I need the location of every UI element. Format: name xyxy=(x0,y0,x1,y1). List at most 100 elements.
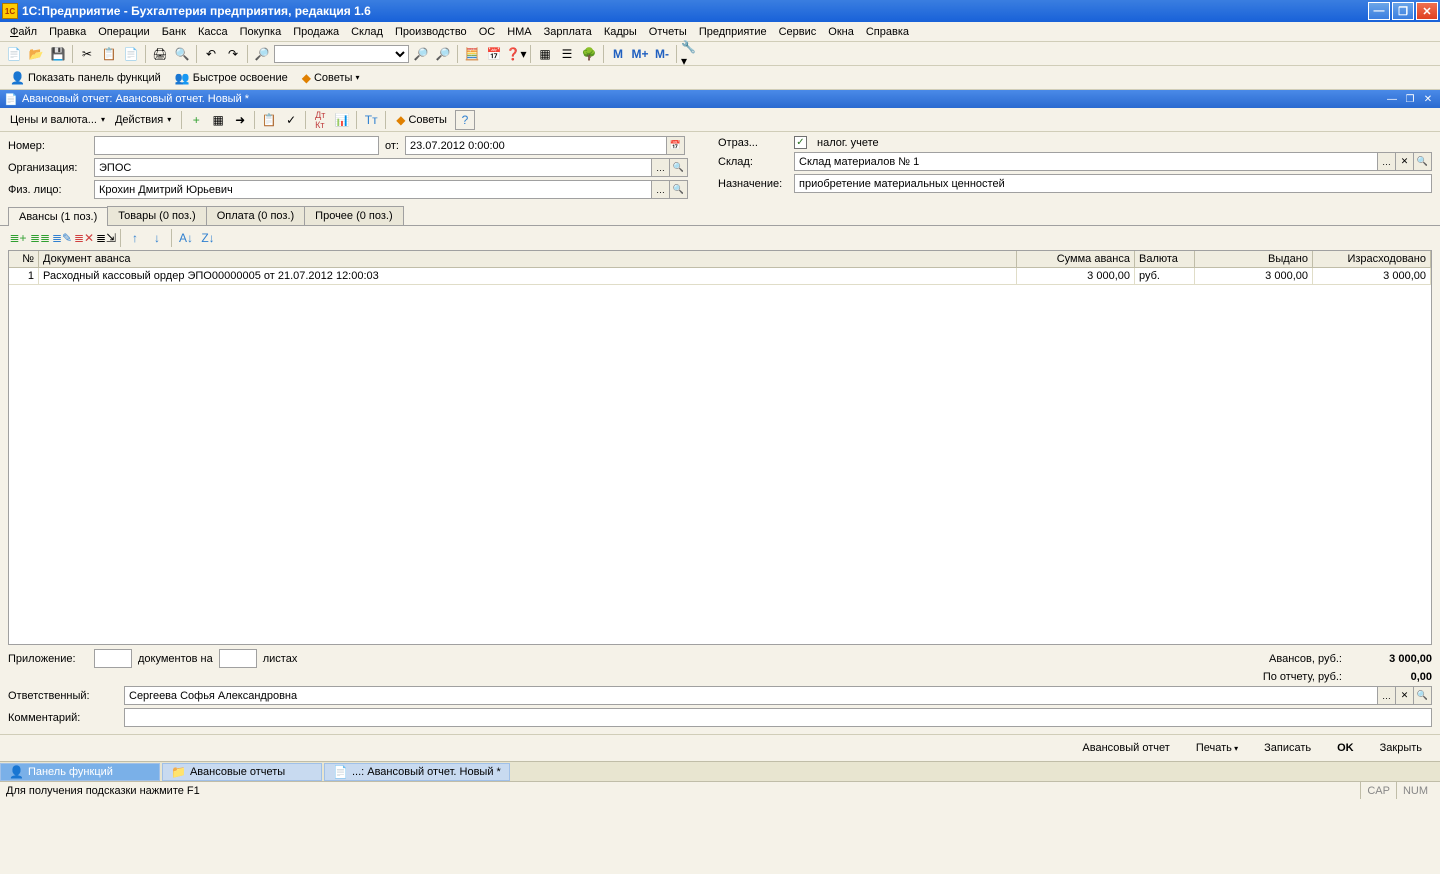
close-button[interactable]: ✕ xyxy=(1416,2,1438,20)
copy-icon[interactable]: 📋 xyxy=(99,44,119,64)
print-icon[interactable]: 🖨 xyxy=(150,44,170,64)
dt-kt-icon[interactable]: ДтКт xyxy=(310,110,330,130)
post-icon[interactable]: ✓ xyxy=(281,110,301,130)
org-select-icon[interactable]: … xyxy=(651,159,669,176)
tab-goods[interactable]: Товары (0 поз.) xyxy=(107,206,206,225)
number-input[interactable] xyxy=(94,136,379,155)
menu-operations[interactable]: Операции xyxy=(92,24,155,40)
sheets-count-input[interactable] xyxy=(219,649,257,668)
grid-col-number[interactable]: № xyxy=(9,251,39,267)
menu-production[interactable]: Производство xyxy=(389,24,473,40)
print-button[interactable]: Печать xyxy=(1186,739,1248,757)
grid-col-sum[interactable]: Сумма аванса xyxy=(1017,251,1135,267)
menu-salary[interactable]: Зарплата xyxy=(538,24,598,40)
quick-start-button[interactable]: 👥Быстрое освоение xyxy=(169,68,294,88)
copy-doc-icon[interactable]: 📋 xyxy=(259,110,279,130)
maximize-button[interactable]: ❐ xyxy=(1392,2,1414,20)
report-icon[interactable]: 📊 xyxy=(332,110,352,130)
menu-enterprise[interactable]: Предприятие xyxy=(693,24,773,40)
structure-icon[interactable]: Тт xyxy=(361,110,381,130)
find-next-icon[interactable]: 🔎 xyxy=(411,44,431,64)
grid-end-icon[interactable]: ≣⇲ xyxy=(96,228,116,248)
grid-col-currency[interactable]: Валюта xyxy=(1135,251,1195,267)
calendar-picker-icon[interactable]: 📅 xyxy=(666,137,684,154)
menu-nma[interactable]: НМА xyxy=(501,24,537,40)
find-prev-icon[interactable]: 🔎 xyxy=(433,44,453,64)
tax-checkbox[interactable]: ✓ xyxy=(794,136,807,149)
menu-help[interactable]: Справка xyxy=(860,24,915,40)
tab-advances[interactable]: Авансы (1 поз.) xyxy=(8,207,108,226)
m-minus-button[interactable]: M- xyxy=(652,44,672,64)
save-button[interactable]: Записать xyxy=(1254,739,1321,757)
comment-input[interactable] xyxy=(124,708,1432,727)
person-search-icon[interactable]: 🔍 xyxy=(669,181,687,198)
menu-bank[interactable]: Банк xyxy=(156,24,192,40)
org-search-icon[interactable]: 🔍 xyxy=(669,159,687,176)
menu-windows[interactable]: Окна xyxy=(822,24,860,40)
purpose-input[interactable]: приобретение материальных ценностей xyxy=(794,174,1432,193)
org-input[interactable]: ЭПОС … 🔍 xyxy=(94,158,688,177)
add-icon[interactable]: + xyxy=(186,110,206,130)
m-plus-button[interactable]: M+ xyxy=(630,44,650,64)
nav-icon[interactable]: ▦ xyxy=(208,110,228,130)
menu-file[interactable]: Файл xyxy=(4,24,43,40)
tab-other[interactable]: Прочее (0 поз.) xyxy=(304,206,403,225)
grid-col-issued[interactable]: Выдано xyxy=(1195,251,1313,267)
warehouse-input[interactable]: Склад материалов № 1 … ✕ 🔍 xyxy=(794,152,1432,171)
save-icon[interactable]: 💾 xyxy=(48,44,68,64)
grid-delete-icon[interactable]: ≣✕ xyxy=(74,228,94,248)
doc-tips-button[interactable]: ◆Советы xyxy=(390,110,453,130)
list-icon[interactable]: ☰ xyxy=(557,44,577,64)
warehouse-clear-icon[interactable]: ✕ xyxy=(1395,153,1413,170)
person-input[interactable]: Крохин Дмитрий Юрьевич … 🔍 xyxy=(94,180,688,199)
grid-add-icon[interactable]: ≣+ xyxy=(8,228,28,248)
task-function-panel[interactable]: 👤Панель функций xyxy=(0,763,160,781)
grid-col-spent[interactable]: Израсходовано xyxy=(1313,251,1431,267)
show-panel-button[interactable]: 👤Показать панель функций xyxy=(4,68,167,88)
tree-icon[interactable]: 🌳 xyxy=(579,44,599,64)
warehouse-search-icon[interactable]: 🔍 xyxy=(1413,153,1431,170)
ok-button[interactable]: OK xyxy=(1327,739,1364,757)
responsible-input[interactable]: Сергеева Софья Александровна … ✕ 🔍 xyxy=(124,686,1432,705)
tips-button[interactable]: ◆Советы▾ xyxy=(296,68,366,88)
doc-close-button[interactable]: ✕ xyxy=(1420,92,1436,106)
print-preview-icon[interactable]: 🔍 xyxy=(172,44,192,64)
responsible-select-icon[interactable]: … xyxy=(1377,687,1395,704)
close-button[interactable]: Закрыть xyxy=(1370,739,1432,757)
person-select-icon[interactable]: … xyxy=(651,181,669,198)
grid-down-icon[interactable]: ↓ xyxy=(147,228,167,248)
grid-col-document[interactable]: Документ аванса xyxy=(39,251,1017,267)
warehouse-select-icon[interactable]: … xyxy=(1377,153,1395,170)
go-icon[interactable]: ➜ xyxy=(230,110,250,130)
cut-icon[interactable]: ✂ xyxy=(77,44,97,64)
doc-minimize-button[interactable]: — xyxy=(1384,92,1400,106)
menu-sale[interactable]: Продажа xyxy=(287,24,345,40)
menu-purchase[interactable]: Покупка xyxy=(234,24,288,40)
settings-icon[interactable]: 🔧▾ xyxy=(681,44,701,64)
help-icon[interactable]: ? xyxy=(455,110,475,130)
new-doc-icon[interactable]: 📄 xyxy=(4,44,24,64)
docs-count-input[interactable] xyxy=(94,649,132,668)
grid-sort-desc-icon[interactable]: Z↓ xyxy=(198,228,218,248)
menu-service[interactable]: Сервис xyxy=(773,24,823,40)
doc-restore-button[interactable]: ❐ xyxy=(1402,92,1418,106)
task-current-doc[interactable]: 📄...: Авансовый отчет. Новый * xyxy=(324,763,510,781)
actions-dropdown[interactable]: Действия xyxy=(109,112,177,128)
responsible-clear-icon[interactable]: ✕ xyxy=(1395,687,1413,704)
grid-row[interactable]: 1 Расходный кассовый ордер ЭПО00000005 о… xyxy=(9,268,1431,285)
paste-icon[interactable]: 📄 xyxy=(121,44,141,64)
expense-report-button[interactable]: Авансовый отчет xyxy=(1072,739,1179,757)
task-expense-reports[interactable]: 📁Авансовые отчеты xyxy=(162,763,322,781)
advances-grid[interactable]: № Документ аванса Сумма аванса Валюта Вы… xyxy=(8,250,1432,645)
tab-payment[interactable]: Оплата (0 поз.) xyxy=(206,206,305,225)
m-button[interactable]: M xyxy=(608,44,628,64)
menu-warehouse[interactable]: Склад xyxy=(345,24,389,40)
redo-icon[interactable]: ↷ xyxy=(223,44,243,64)
undo-icon[interactable]: ↶ xyxy=(201,44,221,64)
calendar-icon[interactable]: 📅 xyxy=(484,44,504,64)
calc-icon[interactable]: 🧮 xyxy=(462,44,482,64)
find-icon[interactable]: 🔎 xyxy=(252,44,272,64)
search-combo[interactable] xyxy=(274,45,409,63)
help-dd-icon[interactable]: ❓▾ xyxy=(506,44,526,64)
grid-edit-icon[interactable]: ≣✎ xyxy=(52,228,72,248)
